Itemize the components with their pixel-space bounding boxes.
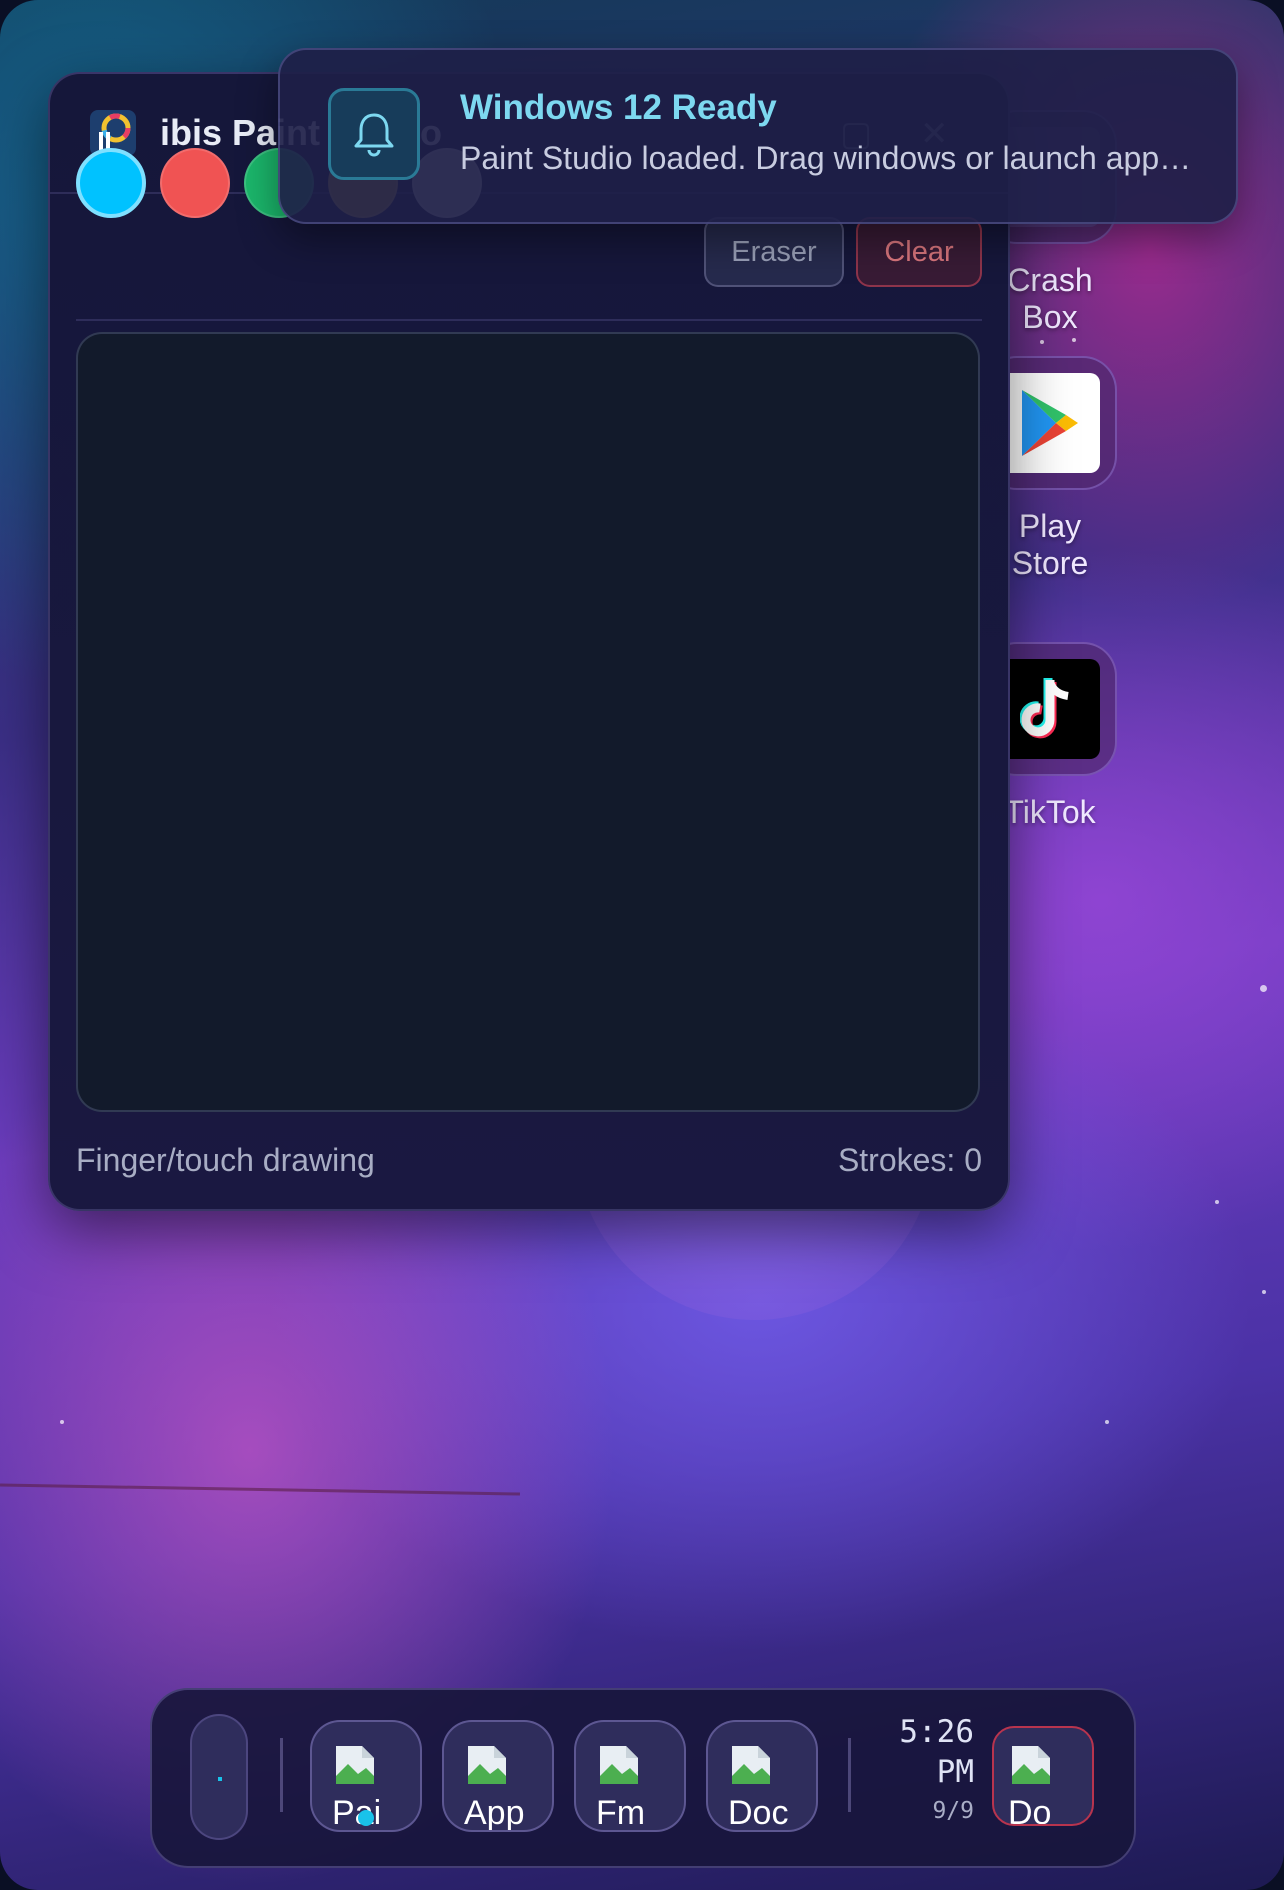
star xyxy=(60,1420,64,1424)
taskbar-app-label: Pai xyxy=(332,1794,382,1832)
color-swatch-cyan[interactable] xyxy=(76,148,146,218)
star xyxy=(1040,340,1044,344)
drawing-hint: Finger/touch drawing xyxy=(76,1142,375,1178)
active-indicator xyxy=(358,1810,374,1826)
taskbar-app-docs[interactable]: Doc xyxy=(706,1720,818,1832)
taskbar-divider xyxy=(280,1738,283,1812)
taskbar-app-store[interactable]: App xyxy=(442,1720,554,1832)
color-swatch-red[interactable] xyxy=(160,148,230,218)
taskbar: Pai App Fm Doc 5:26 PM 9/9 Do xyxy=(150,1688,1136,1868)
taskbar-app-label: Doc xyxy=(728,1794,789,1832)
horizon-line xyxy=(0,1483,520,1496)
star xyxy=(1262,1290,1266,1294)
broken-image-icon xyxy=(336,1746,374,1784)
notification-toast[interactable]: Windows 12 Ready Paint Studio loaded. Dr… xyxy=(278,48,1238,224)
paint-toolbar xyxy=(76,219,982,321)
broken-image-icon xyxy=(468,1746,506,1784)
bell-icon xyxy=(328,88,420,180)
strokes-count: Strokes: 0 xyxy=(837,1142,982,1178)
star xyxy=(1072,338,1076,342)
drawing-canvas[interactable] xyxy=(76,332,980,1112)
start-indicator-icon xyxy=(218,1777,222,1781)
star xyxy=(1215,1200,1219,1204)
toast-title: Windows 12 Ready xyxy=(460,88,777,127)
broken-image-icon xyxy=(732,1746,770,1784)
clock-ampm: PM xyxy=(936,1754,974,1790)
clock-time: 5:26 xyxy=(899,1714,974,1750)
taskbar-app-label: App xyxy=(464,1794,525,1832)
clear-button[interactable]: Clear xyxy=(856,217,982,287)
toast-message: Paint Studio loaded. Drag windows or lau… xyxy=(460,140,1200,176)
star xyxy=(1260,985,1267,992)
taskbar-divider xyxy=(848,1738,851,1812)
start-button[interactable] xyxy=(190,1714,248,1840)
broken-image-icon xyxy=(1012,1746,1050,1784)
eraser-button[interactable]: Eraser xyxy=(704,217,844,287)
taskbar-app-label: Do xyxy=(1008,1794,1052,1826)
taskbar-pinned-app[interactable]: Do xyxy=(992,1726,1094,1826)
star xyxy=(1105,1420,1109,1424)
taskbar-app-label: Fm xyxy=(596,1794,646,1832)
taskbar-clock[interactable]: 5:26 PM 9/9 xyxy=(899,1712,974,1824)
desktop: Crash Box Play Store TikTok ibis Paint E… xyxy=(0,0,1284,1890)
broken-image-icon xyxy=(600,1746,638,1784)
clock-date: 9/9 xyxy=(932,1798,974,1824)
paint-window[interactable]: ibis Paint Studio ▢ ✕ Eraser Clear Finge… xyxy=(48,72,1010,1211)
taskbar-app-files[interactable]: Fm xyxy=(574,1720,686,1832)
